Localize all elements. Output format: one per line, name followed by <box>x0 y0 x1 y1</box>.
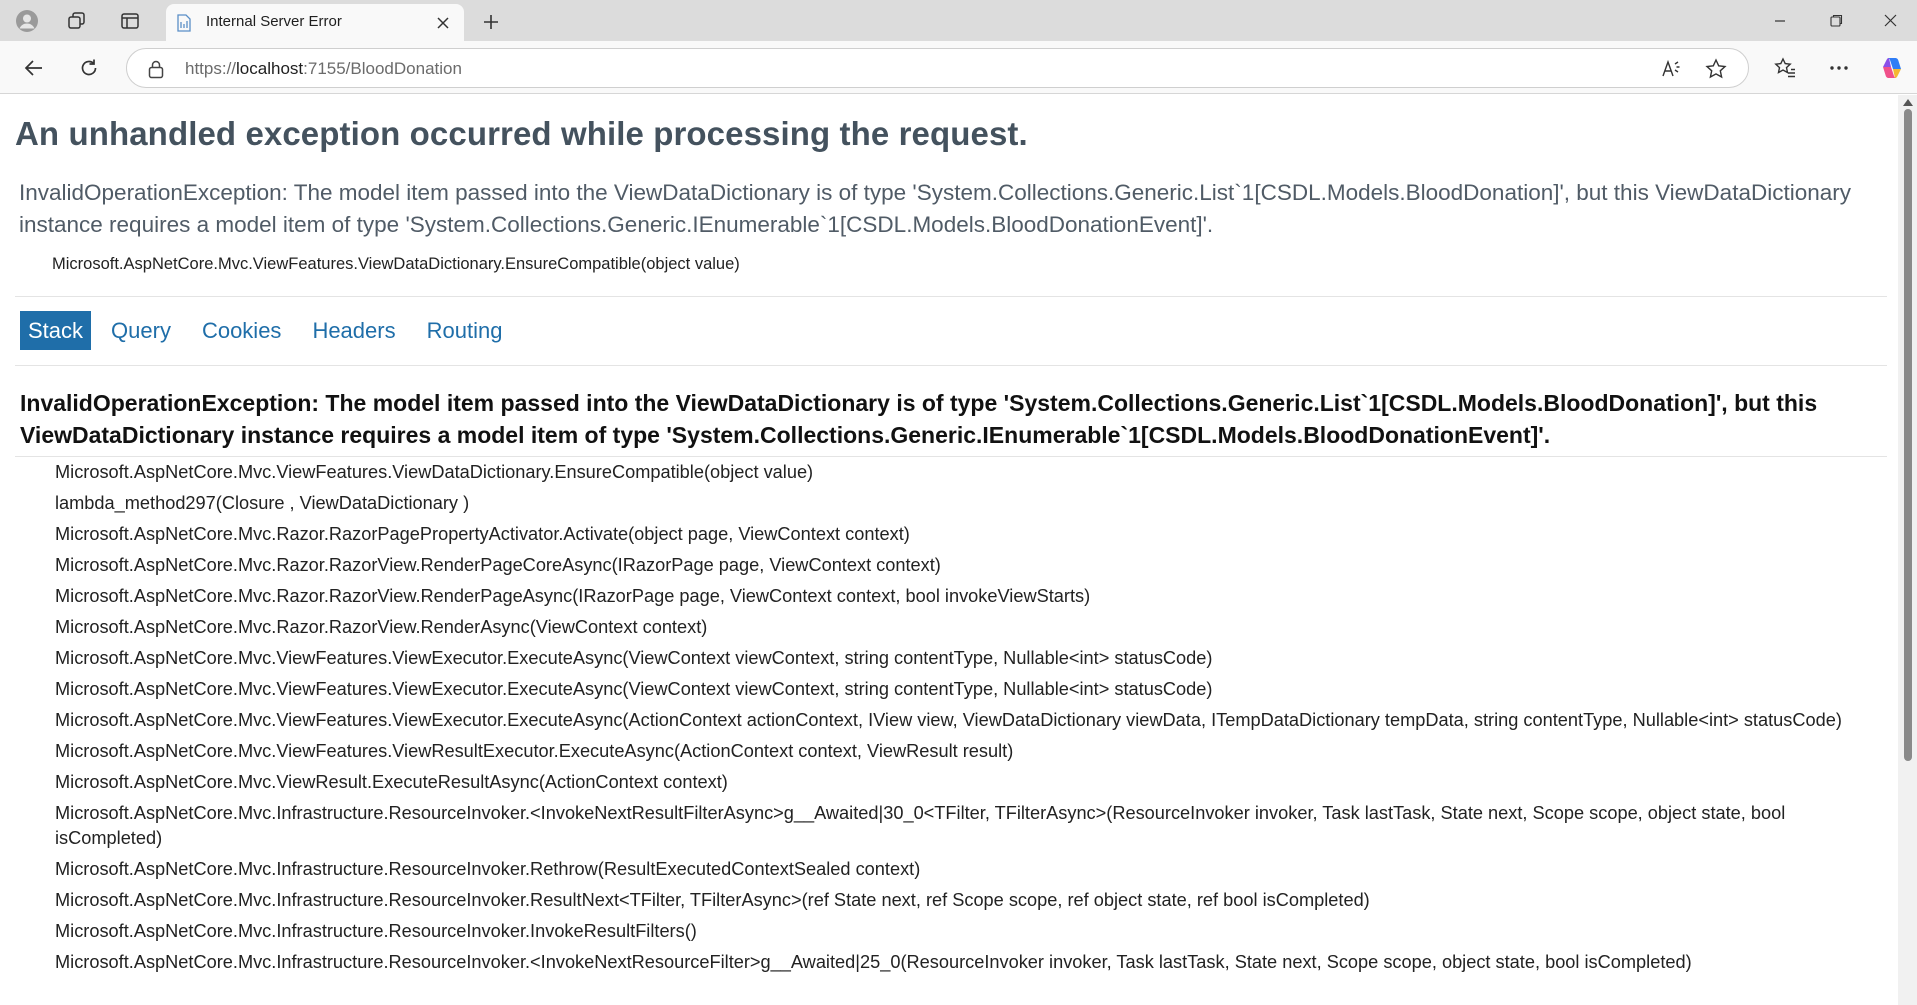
tab-cookies[interactable]: Cookies <box>195 311 288 350</box>
tab-headers[interactable]: Headers <box>305 311 402 350</box>
lock-icon[interactable] <box>147 59 165 79</box>
error-tabs: Stack Query Cookies Headers Routing <box>20 311 526 350</box>
stack-frame[interactable]: Microsoft.AspNetCore.Mvc.ViewFeatures.Vi… <box>55 739 1885 770</box>
stack-frame[interactable]: Microsoft.AspNetCore.Mvc.Razor.RazorPage… <box>55 522 1885 553</box>
stack-frame[interactable]: lambda_method297(Closure , ViewDataDicti… <box>55 491 1885 522</box>
favorites-icon[interactable] <box>1767 50 1803 86</box>
stack-frame[interactable]: Microsoft.AspNetCore.Mvc.ViewFeatures.Vi… <box>55 460 1885 491</box>
browser-tab-strip: Internal Server Error <box>0 0 1917 41</box>
divider <box>15 456 1887 457</box>
page-content: An unhandled exception occurred while pr… <box>0 95 1898 1005</box>
tab-query[interactable]: Query <box>104 311 178 350</box>
page-title: An unhandled exception occurred while pr… <box>15 115 1028 152</box>
stack-frame[interactable]: Microsoft.AspNetCore.Mvc.Razor.RazorView… <box>55 553 1885 584</box>
vertical-scrollbar[interactable] <box>1898 95 1917 1005</box>
address-bar[interactable]: https://localhost:7155/BloodDonation <box>126 48 1749 88</box>
minimize-icon[interactable] <box>1752 0 1808 41</box>
tab-actions-icon[interactable] <box>113 6 147 36</box>
stack-frame[interactable]: Microsoft.AspNetCore.Mvc.Infrastructure.… <box>55 919 1885 950</box>
stack-frame[interactable]: Microsoft.AspNetCore.Mvc.Razor.RazorView… <box>55 615 1885 646</box>
tab-title: Internal Server Error <box>206 13 342 30</box>
restore-icon[interactable] <box>1808 0 1864 41</box>
divider <box>15 296 1887 297</box>
error-location: Microsoft.AspNetCore.Mvc.ViewFeatures.Vi… <box>52 255 740 273</box>
stack-frame[interactable]: Microsoft.AspNetCore.Mvc.Razor.RazorView… <box>55 584 1885 615</box>
read-aloud-icon[interactable] <box>1657 54 1687 84</box>
stack-exception-heading: InvalidOperationException: The model ite… <box>20 390 1818 448</box>
url-path: :7155/BloodDonation <box>303 59 462 78</box>
tab-stack[interactable]: Stack <box>20 311 92 350</box>
refresh-icon[interactable] <box>71 50 107 86</box>
url-scheme: https:// <box>185 59 237 78</box>
stack-frame[interactable]: Microsoft.AspNetCore.Mvc.ViewFeatures.Vi… <box>55 646 1885 677</box>
stack-frames-list: Microsoft.AspNetCore.Mvc.ViewFeatures.Vi… <box>55 460 1885 981</box>
tab-internal-server-error[interactable]: Internal Server Error <box>166 4 464 41</box>
stack-frame[interactable]: Microsoft.AspNetCore.Mvc.Infrastructure.… <box>55 801 1885 857</box>
tab-routing[interactable]: Routing <box>420 311 510 350</box>
stack-frame[interactable]: Microsoft.AspNetCore.Mvc.Infrastructure.… <box>55 857 1885 888</box>
close-tab-icon[interactable] <box>430 10 456 36</box>
divider <box>15 365 1887 366</box>
stack-frame[interactable]: Microsoft.AspNetCore.Mvc.ViewResult.Exec… <box>55 770 1885 801</box>
browser-toolbar: https://localhost:7155/BloodDonation <box>0 41 1917 94</box>
document-icon <box>176 14 192 32</box>
new-tab-icon[interactable] <box>474 7 508 37</box>
url-text[interactable]: https://localhost:7155/BloodDonation <box>185 59 462 79</box>
stack-frame[interactable]: Microsoft.AspNetCore.Mvc.Infrastructure.… <box>55 888 1885 919</box>
stack-frame[interactable]: Microsoft.AspNetCore.Mvc.ViewFeatures.Vi… <box>55 708 1885 739</box>
stack-frame[interactable]: Microsoft.AspNetCore.Mvc.ViewFeatures.Vi… <box>55 677 1885 708</box>
stack-frame[interactable]: Microsoft.AspNetCore.Mvc.Infrastructure.… <box>55 950 1885 981</box>
scroll-up-arrow-icon[interactable] <box>1903 99 1913 106</box>
profile-icon[interactable] <box>10 6 44 36</box>
back-icon[interactable] <box>16 50 52 86</box>
more-options-icon[interactable] <box>1821 50 1857 86</box>
error-summary: InvalidOperationException: The model ite… <box>19 180 1851 237</box>
close-window-icon[interactable] <box>1862 0 1917 41</box>
url-host: localhost <box>236 59 304 78</box>
scrollbar-thumb[interactable] <box>1904 109 1912 761</box>
copilot-icon[interactable] <box>1874 50 1910 86</box>
workspaces-icon[interactable] <box>60 6 94 36</box>
favorite-star-icon[interactable] <box>1701 54 1731 84</box>
